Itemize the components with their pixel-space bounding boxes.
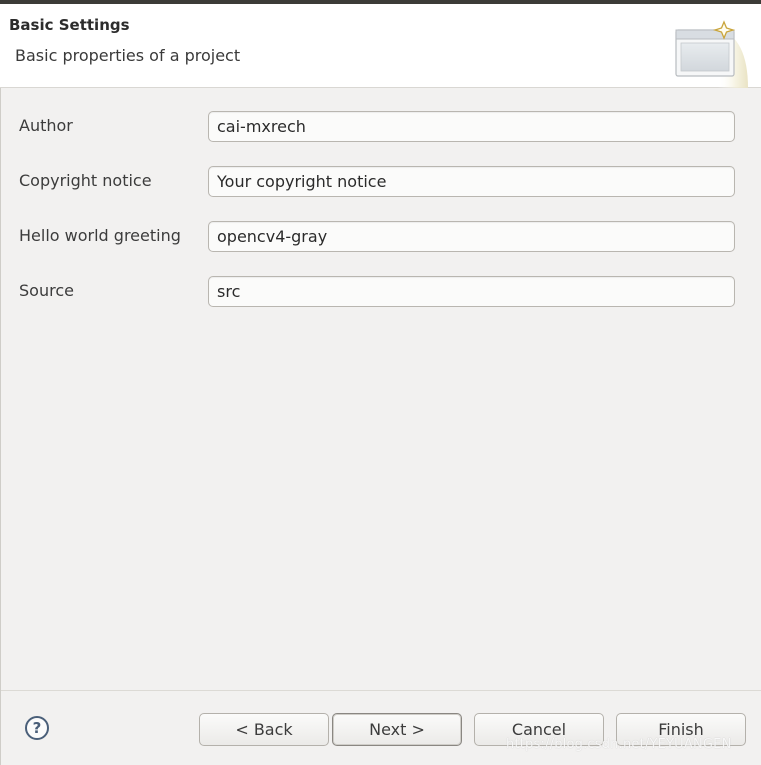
source-label: Source — [19, 281, 74, 300]
author-label: Author — [19, 116, 73, 135]
copyright-notice-label: Copyright notice — [19, 171, 152, 190]
page-description: Basic properties of a project — [15, 46, 241, 65]
watermark-text: https://blog.csdn.net/YEYUANGEN — [506, 737, 732, 752]
footer-separator — [1, 690, 761, 691]
author-input[interactable] — [208, 111, 735, 142]
back-button[interactable]: < Back — [199, 713, 329, 746]
hello-world-greeting-input[interactable] — [208, 221, 735, 252]
next-button[interactable]: Next > — [332, 713, 462, 746]
wizard-banner-icon — [675, 20, 748, 88]
wizard-header: Basic Settings Basic properties of a pro… — [0, 4, 761, 88]
source-input[interactable] — [208, 276, 735, 307]
copyright-notice-input[interactable] — [208, 166, 735, 197]
help-icon[interactable]: ? — [25, 716, 49, 740]
page-title: Basic Settings — [9, 16, 130, 34]
content-left-border — [0, 88, 1, 765]
hello-world-greeting-label: Hello world greeting — [19, 226, 181, 245]
